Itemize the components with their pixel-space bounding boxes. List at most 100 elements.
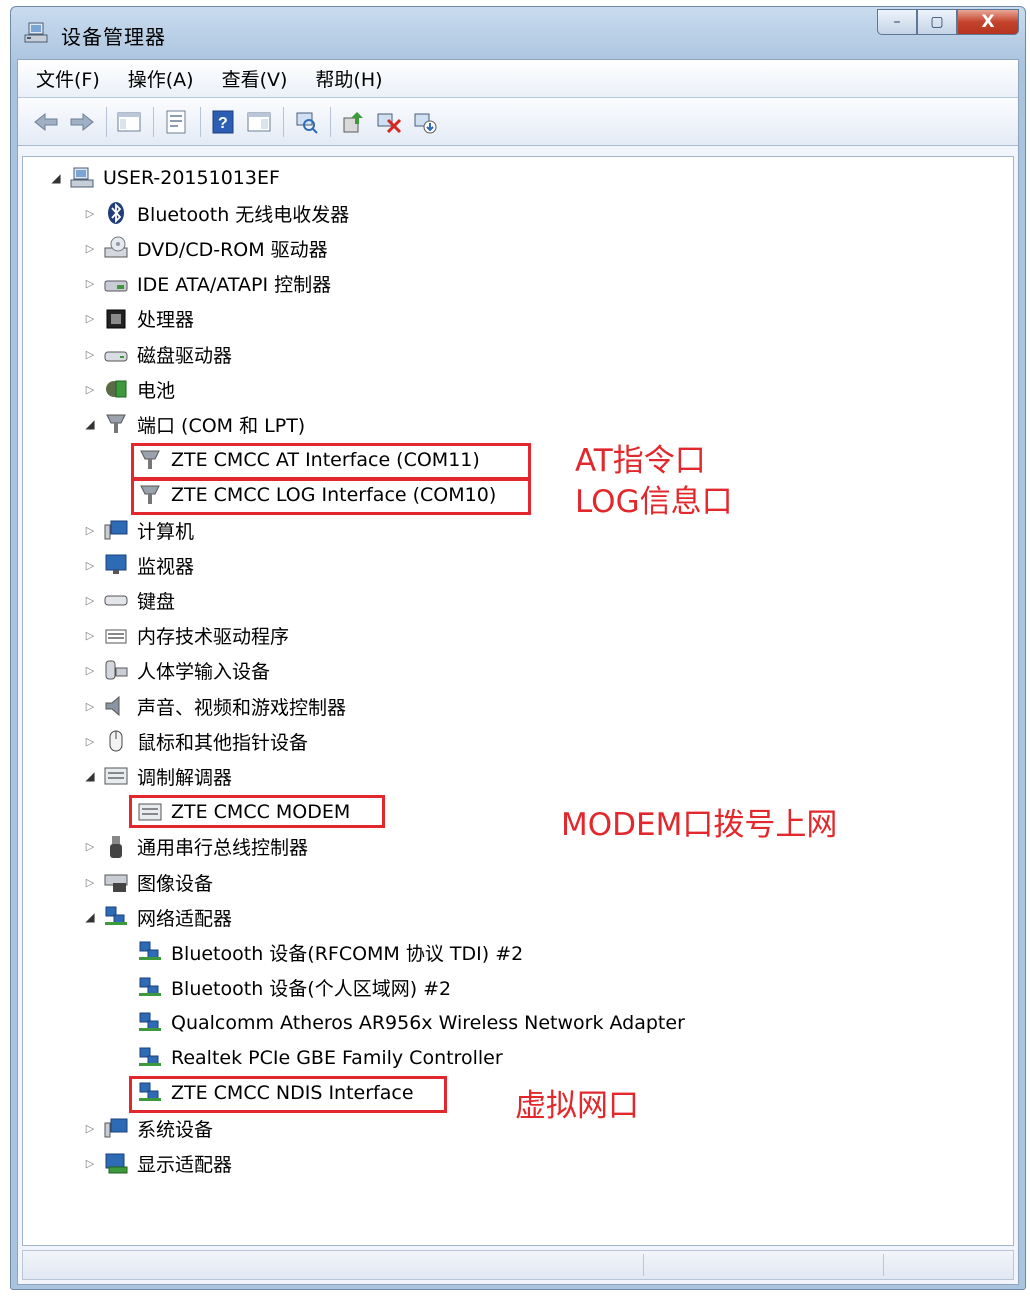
collapse-arrow-icon[interactable]: ◢: [83, 910, 97, 924]
menu-file[interactable]: 文件(F): [36, 65, 100, 92]
processor-icon: [106, 309, 126, 329]
tree-item-label: 处理器: [137, 309, 195, 332]
tree-category[interactable]: ▷ Bluetooth 无线电收发器: [83, 198, 349, 228]
expand-arrow-icon[interactable]: ▷: [83, 206, 97, 220]
tree-item-label: Qualcomm Atheros AR956x Wireless Network…: [171, 1011, 685, 1034]
ndis-interface-highlight: [129, 1076, 447, 1114]
help-icon[interactable]: ?: [209, 108, 237, 136]
tree-category[interactable]: ▷ 显示适配器: [83, 1149, 232, 1179]
window-title: 设备管理器: [61, 25, 166, 49]
expand-arrow-icon[interactable]: ▷: [83, 347, 97, 361]
tree-item-label: 键盘: [137, 590, 176, 613]
ide-controller-icon: [104, 280, 128, 292]
properties-icon[interactable]: [162, 108, 190, 136]
maximize-button[interactable]: ▢: [917, 9, 957, 35]
toolbar-separator: [200, 106, 201, 137]
menu-view[interactable]: 查看(V): [222, 65, 288, 92]
tree-category[interactable]: ▷ IDE ATA/ATAPI 控制器: [83, 269, 331, 299]
at-annotation: AT指令口: [575, 442, 706, 479]
expand-arrow-icon[interactable]: ▷: [83, 1121, 97, 1135]
expand-arrow-icon[interactable]: ▷: [83, 312, 97, 326]
tree-category[interactable]: ▷ DVD/CD-ROM 驱动器: [83, 233, 328, 263]
log-annotation: LOG信息口: [575, 483, 733, 520]
computer-root-icon: [70, 167, 94, 188]
tree-category[interactable]: ▷ 通用串行总线控制器: [83, 832, 308, 862]
update-driver-icon[interactable]: [339, 108, 367, 136]
keyboard-icon: [104, 595, 128, 606]
display-adapter-icon: [105, 1153, 128, 1174]
device-manager-icon: [24, 22, 48, 43]
expand-arrow-icon[interactable]: ▷: [83, 593, 97, 607]
expand-arrow-icon[interactable]: ▷: [83, 629, 97, 643]
tree-category[interactable]: ▷ 键盘: [83, 585, 175, 615]
tree-category[interactable]: ▷ 声音、视频和游戏控制器: [83, 691, 346, 721]
tree-device[interactable]: Qualcomm Atheros AR956x Wireless Network…: [117, 1008, 685, 1038]
expand-arrow-icon[interactable]: ▷: [83, 558, 97, 572]
tree-category[interactable]: ▷ 计算机: [83, 515, 194, 545]
expand-arrow-icon[interactable]: ▷: [83, 241, 97, 255]
expand-arrow-icon[interactable]: ▷: [83, 523, 97, 537]
collapse-arrow-icon[interactable]: ◢: [83, 417, 97, 431]
system-devices-icon: [104, 1118, 128, 1138]
tree-item-label: 网络适配器: [137, 907, 233, 930]
tree-item-label: 电池: [137, 379, 176, 402]
expand-arrow-icon[interactable]: ▷: [83, 699, 97, 713]
menu-action[interactable]: 操作(A): [128, 65, 194, 92]
mouse-icon: [109, 730, 123, 752]
tree-category[interactable]: ▷ 处理器: [83, 304, 194, 334]
tree-category[interactable]: ◢ 端口 (COM 和 LPT): [83, 409, 305, 439]
collapse-arrow-icon[interactable]: ◢: [83, 769, 97, 783]
tree-category[interactable]: ▷ 鼠标和其他指针设备: [83, 726, 308, 756]
imaging-icon: [104, 874, 128, 892]
tree-category[interactable]: ▷ 系统设备: [83, 1113, 213, 1143]
menu-help[interactable]: 帮助(H): [315, 65, 382, 92]
expand-arrow-icon[interactable]: ▷: [83, 840, 97, 854]
disable-device-icon[interactable]: [375, 108, 403, 136]
tree-category[interactable]: ▷ 内存技术驱动程序: [83, 621, 289, 651]
network-device-icon: [139, 977, 161, 996]
tree-category[interactable]: ▷ 电池: [83, 374, 175, 404]
tree-item-label: 声音、视频和游戏控制器: [137, 696, 347, 719]
tree-root[interactable]: ◢ USER-20151013EF: [49, 163, 280, 193]
expand-arrow-icon[interactable]: ▷: [83, 1157, 97, 1171]
modem-icon: [104, 767, 128, 785]
toolbar-separator: [153, 106, 154, 137]
tree-device[interactable]: Realtek PCIe GBE Family Controller: [117, 1043, 503, 1073]
collapse-arrow-icon[interactable]: ◢: [49, 171, 63, 185]
tree-item-label: 系统设备: [137, 1118, 214, 1141]
modem-annotation: MODEM口拨号上网: [561, 806, 838, 843]
tree-device[interactable]: Bluetooth 设备(RFCOMM 协议 TDI) #2: [117, 937, 523, 967]
action-pane-icon[interactable]: [245, 108, 273, 136]
tree-category[interactable]: ▷ 磁盘驱动器: [83, 339, 232, 369]
at-interface-highlight: [131, 442, 531, 480]
expand-arrow-icon[interactable]: ▷: [83, 875, 97, 889]
ndis-annotation: 虚拟网口: [515, 1088, 639, 1125]
network-device-icon: [139, 941, 161, 961]
tree-item-label: 端口 (COM 和 LPT): [137, 414, 306, 437]
show-hide-tree-icon[interactable]: [115, 108, 143, 136]
status-bar: [22, 1250, 1014, 1280]
close-button[interactable]: X: [957, 9, 1019, 35]
tree-device[interactable]: Bluetooth 设备(个人区域网) #2: [117, 973, 451, 1003]
tree-category[interactable]: ▷ 图像设备: [83, 867, 213, 897]
uninstall-device-icon[interactable]: [411, 108, 439, 136]
dvd-drive-icon: [104, 236, 128, 258]
bluetooth-icon: [108, 202, 124, 225]
tree-category[interactable]: ▷ 人体学输入设备: [83, 656, 270, 686]
window-content: 文件(F) 操作(A) 查看(V) 帮助(H) ? ◢ USER-2015101…: [17, 59, 1019, 1285]
expand-arrow-icon[interactable]: ▷: [83, 664, 97, 678]
expand-arrow-icon[interactable]: ▷: [83, 382, 97, 396]
tree-category[interactable]: ◢ 网络适配器: [83, 902, 232, 932]
tree-category[interactable]: ◢ 调制解调器: [83, 761, 232, 791]
network-adapter-icon: [105, 906, 127, 926]
toolbar-separator: [330, 106, 331, 137]
tree-category[interactable]: ▷ 监视器: [83, 550, 194, 580]
memory-icon: [105, 629, 127, 644]
back-icon[interactable]: [32, 108, 60, 136]
scan-hardware-icon[interactable]: [292, 108, 320, 136]
expand-arrow-icon[interactable]: ▷: [83, 734, 97, 748]
minimize-button[interactable]: –: [877, 9, 917, 35]
title-bar[interactable]: 设备管理器 – ▢ X: [11, 7, 1025, 59]
forward-icon[interactable]: [68, 108, 96, 136]
expand-arrow-icon[interactable]: ▷: [83, 277, 97, 291]
